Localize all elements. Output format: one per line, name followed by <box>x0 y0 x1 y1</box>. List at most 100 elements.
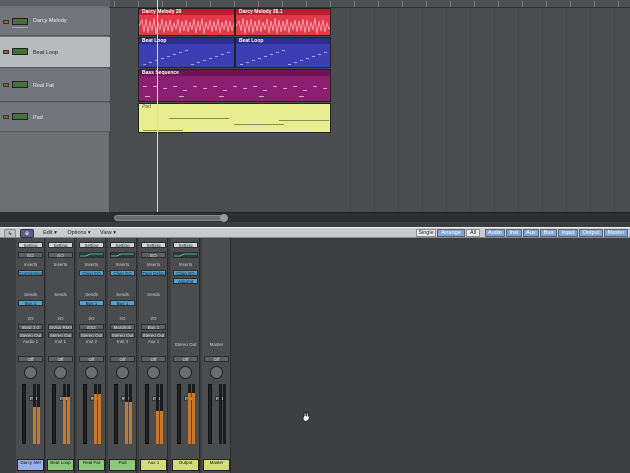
channel-name[interactable]: Master <box>203 459 230 471</box>
pan-knob[interactable] <box>24 366 37 379</box>
eq-thumbnail[interactable] <box>79 252 104 258</box>
automation-mode[interactable]: Off <box>79 356 104 362</box>
pan-knob[interactable] <box>85 366 98 379</box>
mixer-toolbar: ↳ ⊕ Edit ▾ Options ▾ View ▾ Single Arran… <box>0 227 630 238</box>
setting-button[interactable]: Setting <box>173 242 198 248</box>
automation-mode[interactable]: Off <box>18 356 43 362</box>
track-name[interactable]: Real Fat <box>33 83 54 89</box>
input-slot[interactable]: Input 1-2 <box>18 324 43 330</box>
link-button[interactable]: ↳ <box>4 229 16 238</box>
input-slot[interactable]: Stylus RMX <box>48 324 73 330</box>
filter-aux-button[interactable]: Aux <box>523 229 539 237</box>
bar-ruler[interactable] <box>110 0 630 8</box>
filter-master-button[interactable]: Master <box>604 229 628 237</box>
mode-single-button[interactable]: Single <box>416 229 436 237</box>
insert-slot[interactable]: Compressor <box>18 270 43 276</box>
track-name[interactable]: Pad <box>33 115 43 121</box>
track-row-beat-loop[interactable]: Beat Loop <box>0 37 110 68</box>
options-menu[interactable]: Options ▾ <box>64 229 94 238</box>
region-beat-loop-1[interactable]: Beat Loop <box>138 37 235 68</box>
volume-fader[interactable] <box>208 384 212 444</box>
setting-button[interactable]: Setting <box>141 242 166 248</box>
track-name[interactable]: Beat Loop <box>33 50 58 56</box>
automation-mode[interactable]: Off <box>204 356 229 362</box>
pan-knob[interactable] <box>116 366 129 379</box>
mute-button[interactable] <box>3 50 9 54</box>
eq-display[interactable]: EQ <box>18 252 43 258</box>
eq-thumbnail[interactable] <box>110 252 135 258</box>
setting-button[interactable]: Setting <box>18 242 43 248</box>
region-darcy-melody-26-1[interactable]: Darcy Melody 26.1 <box>235 8 331 36</box>
playhead[interactable] <box>157 0 158 212</box>
arrange-area[interactable]: Darcy Melody 26 Darcy Melody 26.1 Beat L… <box>110 8 630 212</box>
mode-all-button[interactable]: All <box>466 229 480 237</box>
volume-fader[interactable] <box>22 384 26 444</box>
setting-button[interactable]: Setting <box>48 242 73 248</box>
insert-slot[interactable]: Chan EQ <box>110 270 135 276</box>
scrollbar-thumb[interactable] <box>114 215 224 221</box>
send-slot[interactable]: Bus 1 <box>18 300 43 306</box>
automation-mode[interactable]: Off <box>110 356 135 362</box>
volume-fader[interactable] <box>114 384 118 444</box>
track-row-darcy-melody[interactable]: Darcy Melody <box>0 8 110 36</box>
channel-name[interactable]: Darcy Mel <box>17 459 44 471</box>
region-pad[interactable]: Pad <box>138 103 331 133</box>
mode-arrange-button[interactable]: Arrange <box>437 229 465 237</box>
automation-mode[interactable]: Off <box>48 356 73 362</box>
mute-button[interactable] <box>3 83 9 87</box>
volume-fader[interactable] <box>52 384 56 444</box>
edit-menu[interactable]: Edit ▾ <box>38 229 62 238</box>
pan-knob[interactable] <box>147 366 160 379</box>
insert-slot[interactable]: Chan EQ <box>173 270 198 276</box>
insert-slot[interactable]: Chan EQ <box>79 270 104 276</box>
input-slot[interactable]: ES2 <box>79 324 104 330</box>
output-slot[interactable]: Stereo Out <box>48 332 73 338</box>
setting-button[interactable]: Setting <box>110 242 135 248</box>
filter-bus-button[interactable]: Bus <box>540 229 557 237</box>
channel-name[interactable]: Pad <box>109 459 136 471</box>
setting-button[interactable]: Setting <box>79 242 104 248</box>
region-darcy-melody-26[interactable]: Darcy Melody 26 <box>138 8 235 36</box>
channel-name[interactable]: Aux 1 <box>140 459 167 471</box>
eq-thumbnail[interactable] <box>173 252 198 258</box>
insert-slot[interactable]: AdLimit <box>173 278 198 284</box>
output-slot[interactable]: Stereo Out <box>141 332 166 338</box>
pan-knob[interactable] <box>210 366 223 379</box>
pan-knob[interactable] <box>179 366 192 379</box>
track-name[interactable]: Darcy Melody <box>33 18 67 24</box>
view-menu[interactable]: View ▾ <box>96 229 120 238</box>
volume-fader[interactable] <box>177 384 181 444</box>
scrollbar-knob[interactable] <box>220 214 228 222</box>
eq-display[interactable]: EQ <box>48 252 73 258</box>
pan-knob[interactable] <box>54 366 67 379</box>
input-slot[interactable]: Bus 1 <box>141 324 166 330</box>
filter-audio-button[interactable]: Audio <box>485 229 505 237</box>
horizontal-scrollbar[interactable] <box>110 212 630 222</box>
filter-inst-button[interactable]: Inst <box>506 229 522 237</box>
channel-name[interactable]: Output <box>172 459 199 471</box>
channel-name[interactable]: Beat Loop <box>47 459 74 471</box>
track-row-real-fat[interactable]: Real Fat <box>0 69 110 102</box>
region-bass-sequence[interactable]: Bass Sequence <box>138 69 331 102</box>
volume-fader[interactable] <box>83 384 87 444</box>
region-beat-loop-2[interactable]: Beat Loop <box>235 37 331 68</box>
output-slot[interactable]: Stereo Out <box>18 332 43 338</box>
mute-button[interactable] <box>3 20 9 24</box>
channel-name[interactable]: Real Fat <box>78 459 105 471</box>
input-slot[interactable]: Morphoh <box>110 324 135 330</box>
filter-output-button[interactable]: Output <box>579 229 603 237</box>
catch-button[interactable]: ⊕ <box>20 229 34 238</box>
filter-input-button[interactable]: Input <box>558 229 578 237</box>
send-slot[interactable]: Bus 1 <box>79 300 104 306</box>
audio-waveform <box>139 17 234 35</box>
send-slot[interactable]: Bus 1 <box>110 300 135 306</box>
automation-mode[interactable]: Off <box>141 356 166 362</box>
automation-mode[interactable]: Off <box>173 356 198 362</box>
volume-fader[interactable] <box>145 384 149 444</box>
mute-button[interactable] <box>3 115 9 119</box>
track-row-pad[interactable]: Pad <box>0 103 110 132</box>
eq-display[interactable]: EQ <box>141 252 166 258</box>
output-slot[interactable]: Stereo Out <box>110 332 135 338</box>
output-slot[interactable]: Stereo Out <box>79 332 104 338</box>
insert-slot[interactable]: Tape Delay <box>141 270 166 276</box>
